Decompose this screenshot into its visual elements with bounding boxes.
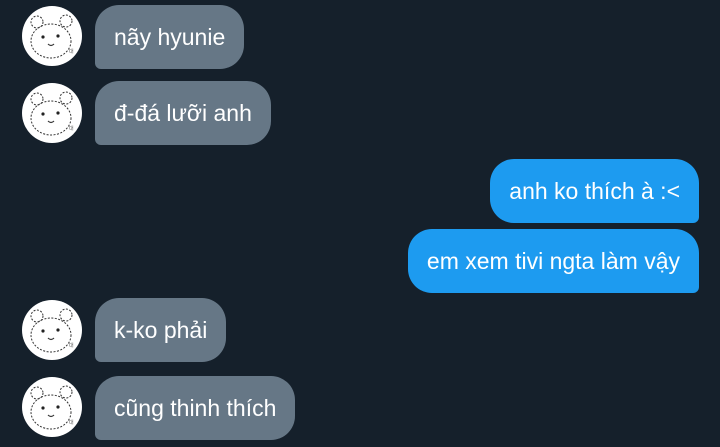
chat-thread: 대 nãy hyunie 대 đ-đá lưỡi anh anh ko thíc… — [0, 0, 720, 447]
avatar[interactable]: 대 — [22, 377, 82, 437]
bear-doodle-icon: 대 — [30, 385, 74, 430]
message-bubble-incoming[interactable]: nãy hyunie — [95, 5, 245, 69]
message-bubble-outgoing[interactable]: em xem tivi ngta làm vậy — [407, 229, 699, 293]
message-text: đ-đá lưỡi anh — [114, 99, 252, 126]
bear-doodle-icon: 대 — [30, 91, 74, 136]
message-text: cũng thinh thích — [114, 394, 277, 421]
message-bubble-incoming[interactable]: k-ko phải — [95, 298, 227, 362]
svg-text:대: 대 — [69, 342, 74, 349]
message-text: em xem tivi ngta làm vậy — [426, 247, 680, 274]
message-bubble-outgoing[interactable]: anh ko thích à :< — [490, 159, 699, 223]
svg-text:대: 대 — [69, 125, 74, 132]
svg-text:대: 대 — [69, 48, 74, 55]
bear-doodle-icon: 대 — [30, 308, 74, 353]
avatar[interactable]: 대 — [22, 300, 82, 360]
avatar[interactable]: 대 — [22, 83, 82, 143]
message-text: anh ko thích à :< — [509, 177, 680, 204]
bear-doodle-icon: 대 — [30, 14, 74, 59]
avatar[interactable]: 대 — [22, 6, 82, 66]
svg-text:대: 대 — [69, 419, 74, 426]
message-text: k-ko phải — [114, 316, 208, 343]
message-text: nãy hyunie — [114, 23, 226, 50]
message-bubble-incoming[interactable]: đ-đá lưỡi anh — [95, 81, 271, 145]
message-bubble-incoming[interactable]: cũng thinh thích — [95, 376, 296, 440]
